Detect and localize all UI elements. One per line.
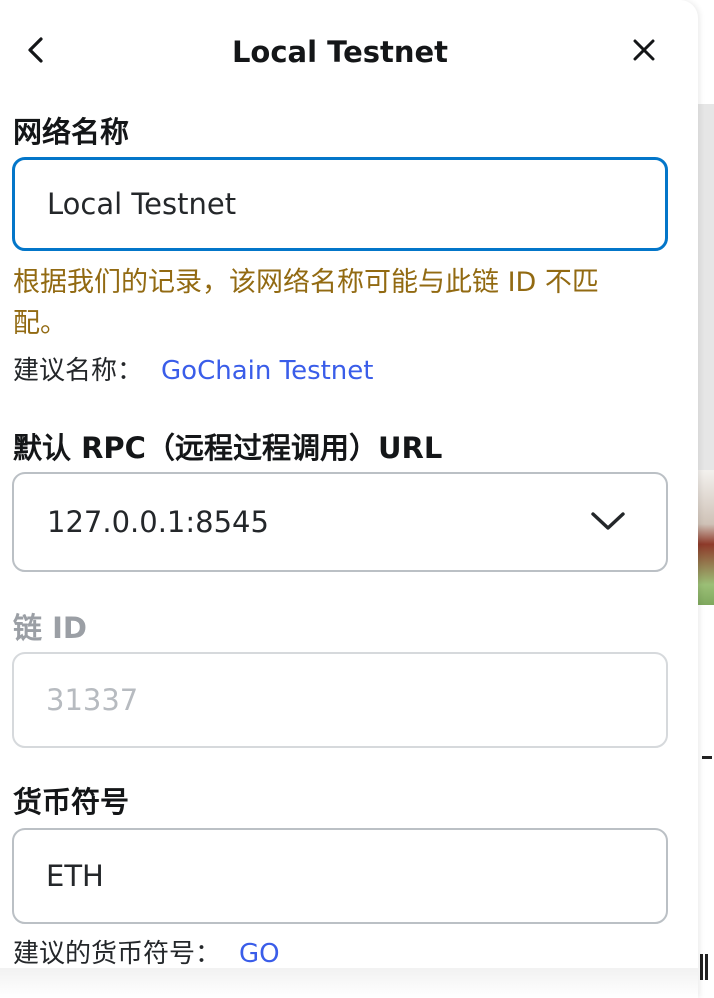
background-image [698,470,714,605]
modal-header: Local Testnet [0,0,698,104]
close-button[interactable] [624,30,664,70]
chain-id-field [12,652,668,748]
chain-id-input [46,654,626,746]
background-mark [700,954,708,980]
page-title: Local Testnet [231,35,449,69]
suggested-currency-label: 建议的货币符号： [13,939,222,969]
network-name-field[interactable] [12,157,668,251]
network-name-input[interactable] [47,160,627,248]
back-button[interactable] [18,30,58,70]
suggested-name: 建议名称： GoChain Testnet [13,353,373,389]
network-name-label: 网络名称 [13,115,130,149]
rpc-url-select[interactable]: 127.0.0.1:8545 [12,472,668,572]
network-name-warning: 根据我们的记录，该网络名称可能与此链 ID 不匹配。 [13,267,599,339]
rpc-url-label: 默认 RPC（远程过程调用）URL [13,431,443,465]
add-network-modal: Local Testnet 网络名称 根据我们的记录，该网络名称可能与此链 ID… [0,0,698,998]
suggested-currency-link[interactable]: GO [239,939,280,969]
suggested-name-link[interactable]: GoChain Testnet [161,356,373,386]
currency-symbol-field[interactable] [12,828,668,924]
close-icon [633,39,655,61]
background-mark [702,756,712,759]
chain-id-label: 链 ID [13,611,87,645]
scroll-fade [0,968,698,998]
rpc-url-value: 127.0.0.1:8545 [47,505,269,539]
suggested-name-label: 建议名称： [13,356,144,386]
currency-symbol-input[interactable] [46,830,626,922]
currency-symbol-label: 货币符号 [13,785,130,819]
chevron-left-icon [28,37,43,63]
suggested-currency: 建议的货币符号： GO [13,936,280,972]
chevron-down-icon [591,512,625,530]
